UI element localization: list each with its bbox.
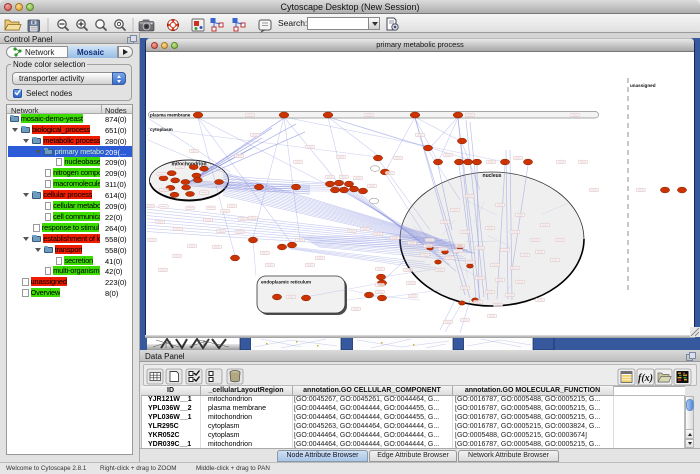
svg-text:nucleus: nucleus bbox=[483, 173, 502, 179]
svg-text:plasma membrane: plasma membrane bbox=[150, 113, 191, 118]
svg-text:f(x): f(x) bbox=[638, 373, 653, 384]
svg-text:endoplasmic reticulum: endoplasmic reticulum bbox=[261, 280, 311, 285]
svg-text:unassigned: unassigned bbox=[630, 83, 656, 88]
svg-text:cytoplasm: cytoplasm bbox=[150, 127, 173, 132]
